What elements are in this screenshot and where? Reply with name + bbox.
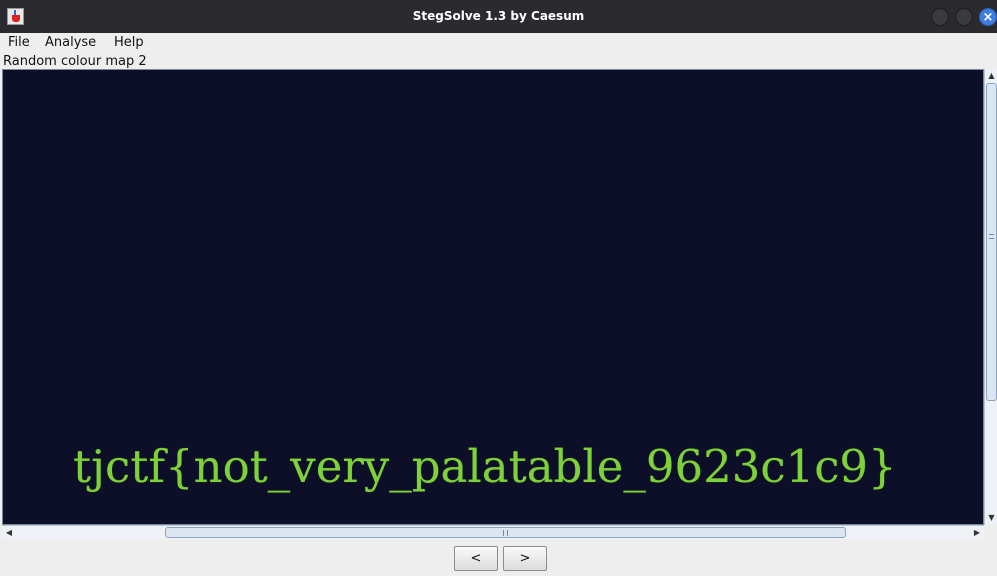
scroll-down-icon[interactable]: ▼	[985, 511, 997, 525]
menu-analyse[interactable]: Analyse	[45, 35, 96, 50]
window-title: StegSolve 1.3 by Caesum	[412, 9, 585, 23]
close-button[interactable]: ×	[979, 8, 997, 26]
vertical-scrollbar[interactable]: ▲ ▼	[984, 69, 997, 525]
color-mode-label: Random colour map 2	[3, 54, 147, 69]
vertical-scroll-thumb[interactable]	[986, 83, 997, 401]
menu-file[interactable]: File	[8, 35, 30, 50]
grip-icon	[989, 234, 994, 239]
maximize-button[interactable]	[955, 8, 973, 26]
title-bar: StegSolve 1.3 by Caesum ×	[0, 0, 997, 33]
scroll-right-icon[interactable]: ▶	[970, 526, 984, 539]
revealed-flag-text: tjctf{not_very_palatable_9623c1c9}	[73, 440, 897, 493]
minimize-button[interactable]	[931, 8, 949, 26]
previous-plane-button[interactable]: <	[454, 546, 498, 571]
scrollbar-corner	[984, 525, 997, 539]
scroll-left-icon[interactable]: ◀	[2, 526, 16, 539]
horizontal-scroll-thumb[interactable]	[165, 527, 846, 538]
grip-icon	[503, 530, 508, 536]
image-viewport: tjctf{not_very_palatable_9623c1c9}	[2, 69, 984, 525]
scroll-up-icon[interactable]: ▲	[985, 69, 997, 83]
menu-bar: File Analyse Help	[0, 33, 997, 53]
next-plane-button[interactable]: >	[503, 546, 547, 571]
horizontal-scrollbar[interactable]: ◀ ▶	[2, 525, 984, 539]
menu-help[interactable]: Help	[114, 35, 144, 50]
